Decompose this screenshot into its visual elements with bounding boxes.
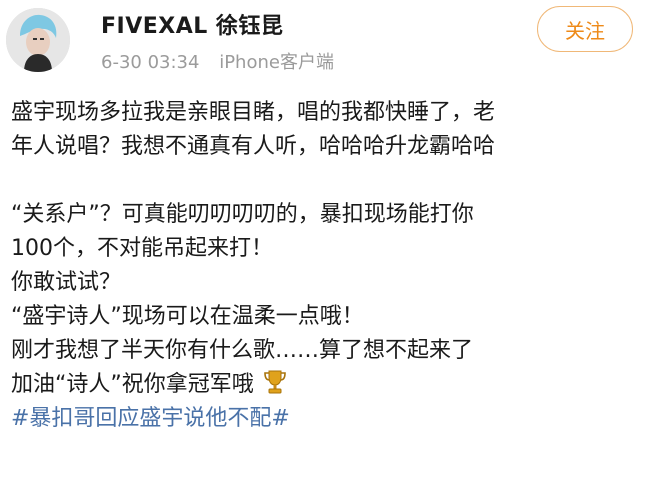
post-line-text: 加油“诗人”祝你拿冠军哦 <box>11 372 254 397</box>
follow-button[interactable]: 关注 <box>537 6 633 52</box>
post-line: 年人说唱？我想不通真有人听，哈哈哈升龙霸哈哈 <box>11 134 496 159</box>
post-body: 盛宇现场多拉我是亲眼目睹，唱的我都快睡了，老 年人说唱？我想不通真有人听，哈哈哈… <box>11 96 651 436</box>
user-avatar[interactable] <box>6 8 70 72</box>
post-line: 刚才我想了半天你有什么歌……算了想不起来了 <box>11 338 474 363</box>
post-source: iPhone客户端 <box>219 52 334 73</box>
post-line: “盛宇诗人”现场可以在温柔一点哦！ <box>11 304 364 329</box>
post-line: 100个，不对能吊起来打！ <box>11 236 273 261</box>
post-line-last: 加油“诗人”祝你拿冠军哦 <box>11 368 651 402</box>
username[interactable]: FIVEXAL 徐钰昆 <box>101 8 283 40</box>
avatar-image <box>6 8 70 72</box>
post-line-blank <box>11 164 651 198</box>
post-line: 盛宇现场多拉我是亲眼目睹，唱的我都快睡了，老 <box>11 100 496 125</box>
post-line: 你敢试试？ <box>11 270 122 295</box>
post-meta: 6-30 03:34 iPhone客户端 <box>101 48 348 74</box>
post-time: 6-30 03:34 <box>101 52 200 73</box>
post-line: “关系户”？可真能叨叨叨叨的，暴扣现场能打你 <box>11 202 474 227</box>
hashtag-link[interactable]: #暴扣哥回应盛宇说他不配# <box>11 402 651 436</box>
trophy-icon <box>263 369 287 402</box>
post-header: FIVEXAL 徐钰昆 6-30 03:34 iPhone客户端 关注 <box>0 0 655 90</box>
